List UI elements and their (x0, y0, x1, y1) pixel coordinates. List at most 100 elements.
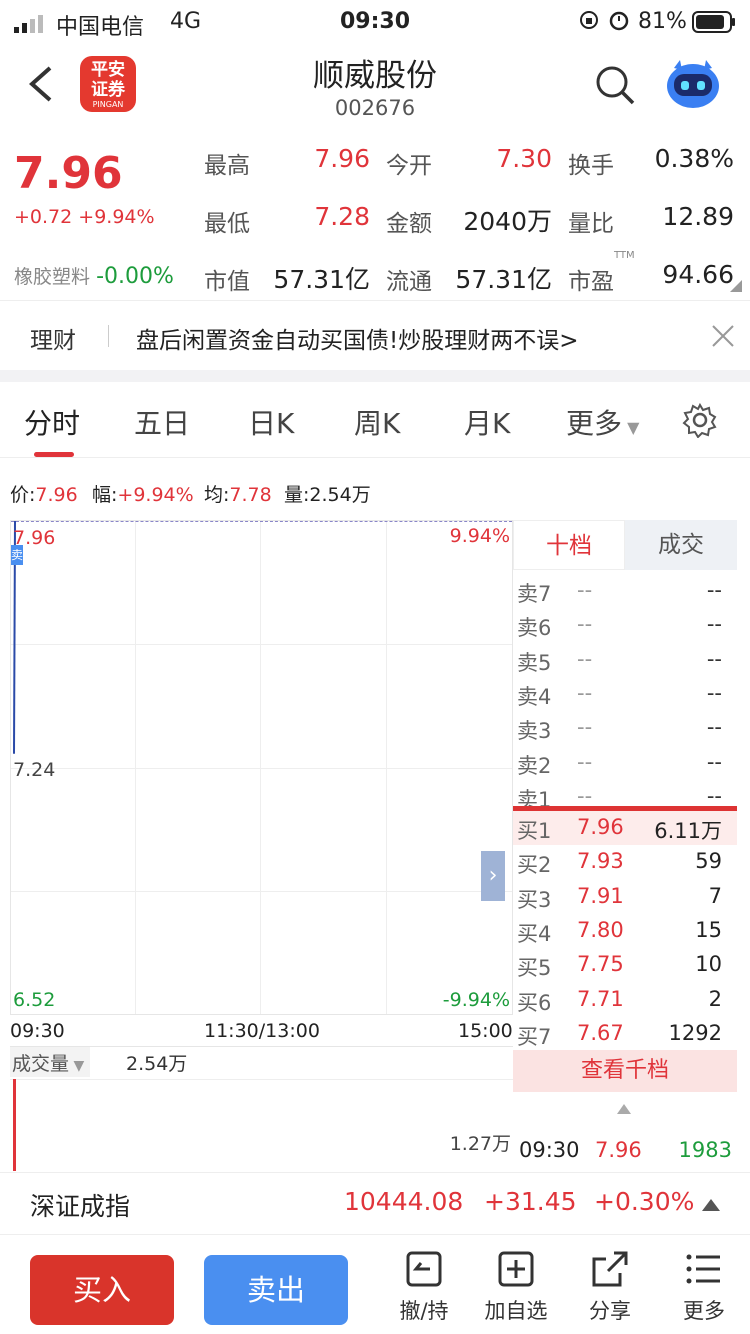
bid-row[interactable]: 买6 7.71 2 (513, 983, 750, 1017)
amount-value: 2040万 (463, 207, 552, 236)
level-price: 7.71 (577, 986, 624, 1011)
tab-weekly-k[interactable]: 周K (354, 402, 400, 442)
plus-square-icon (498, 1251, 534, 1287)
sector-name: 橡胶塑料 (14, 266, 91, 288)
amount-label: 金额 (386, 211, 432, 237)
share-button[interactable]: 分享 (570, 1249, 650, 1325)
active-tab-indicator (34, 452, 74, 457)
bid-row[interactable]: 买3 7.91 7 (513, 880, 750, 914)
bottom-toolbar: 买入 卖出 撤/持 加自选 分享 更多 (0, 1234, 750, 1334)
ask-row[interactable]: 卖6 -- -- (513, 608, 750, 642)
close-icon[interactable] (710, 323, 736, 353)
expand-up-icon[interactable] (702, 1199, 720, 1211)
robot-assistant-icon[interactable] (664, 58, 722, 114)
level-volume: 59 (695, 849, 722, 874)
tab-monthly-k[interactable]: 月K (464, 402, 510, 442)
volume-bar (13, 1079, 16, 1171)
banner-text[interactable]: 盘后闲置资金自动买国债!炒股理财两不误> (136, 321, 579, 355)
tab-daily-k[interactable]: 日K (248, 402, 294, 442)
level-volume: 1292 (668, 1020, 722, 1045)
float-cap-label: 流通 (386, 269, 432, 295)
more-button[interactable]: 更多 (664, 1249, 744, 1325)
bid-row[interactable]: 买1 7.96 6.11万 (513, 811, 750, 845)
index-change: +31.45 (484, 1187, 577, 1216)
level-volume: -- (706, 680, 722, 705)
info-amplitude: 幅:+9.94% (92, 484, 194, 506)
cancel-order-icon (406, 1251, 442, 1287)
volume-axis-label: 1.27万 (449, 1133, 511, 1155)
volume-panel: 成交量 ▼ 2.54万 1.27万 (10, 1046, 513, 1171)
info-price: 价:7.96 (10, 484, 78, 506)
bid-row[interactable]: 买2 7.93 59 (513, 845, 750, 879)
volume-selector[interactable]: 成交量 ▼ (10, 1047, 91, 1077)
banner-divider (108, 325, 109, 347)
level-volume: 2 (708, 986, 722, 1011)
add-watchlist-button[interactable]: 加自选 (476, 1249, 556, 1325)
market-cap-label: 市值 (204, 269, 250, 295)
ask-row[interactable]: 卖2 -- -- (513, 746, 750, 780)
cancel-hold-button[interactable]: 撤/持 (384, 1249, 464, 1325)
volume-ratio-value: 12.89 (662, 202, 734, 231)
volume-ratio-label: 量比 (568, 211, 614, 237)
level-volume: 7 (708, 883, 722, 908)
search-icon[interactable] (594, 64, 636, 110)
level-price: -- (577, 578, 593, 602)
network: 4G (170, 9, 202, 34)
level-volume: -- (706, 612, 722, 637)
buy-button[interactable]: 买入 (30, 1255, 174, 1325)
level-volume: -- (706, 783, 722, 808)
level-label: 卖3 (517, 719, 552, 744)
price-change: +0.72 +9.94% (14, 206, 155, 228)
menu-icon (686, 1254, 720, 1284)
promo-banner[interactable]: 理财 盘后闲置资金自动买国债!炒股理财两不误> (0, 300, 750, 370)
sector-row[interactable]: 橡胶塑料 -0.00% (14, 262, 174, 289)
orientation-lock-icon (578, 9, 600, 37)
pct-axis-bottom-label: -9.94% (442, 989, 510, 1011)
carrier: 中国电信 (56, 15, 145, 40)
dropdown-icon: ▼ (69, 1058, 85, 1074)
bid-row[interactable]: 买4 7.80 15 (513, 914, 750, 948)
tab-five-day[interactable]: 五日 (134, 402, 190, 442)
tab-ten-levels[interactable]: 十档 (513, 520, 625, 570)
sector-change: -0.00% (96, 264, 174, 289)
battery-percent: 81% (638, 9, 687, 34)
level-price: -- (577, 646, 593, 671)
expand-arrow-icon[interactable]: › (481, 851, 505, 901)
stock-name: 顺威股份 (313, 58, 437, 94)
scroll-up-icon[interactable] (617, 1104, 631, 1114)
level-label: 卖2 (517, 753, 552, 778)
price-line-svg (13, 521, 16, 754)
level-price: 7.96 (577, 815, 624, 839)
ask-row[interactable]: 卖7 -- -- (513, 574, 750, 608)
index-ticker[interactable]: 深证成指 10444.08 +31.45 +0.30% (0, 1172, 750, 1234)
level-price: -- (577, 783, 593, 808)
bid-row[interactable]: 买7 7.67 1292 (513, 1017, 750, 1051)
ask-row[interactable]: 卖5 -- -- (513, 643, 750, 677)
ask-row[interactable]: 卖3 -- -- (513, 711, 750, 745)
info-volume: 量:2.54万 (284, 484, 371, 506)
tab-intraday[interactable]: 分时 (24, 402, 80, 442)
expand-corner-icon[interactable] (730, 280, 742, 292)
tab-more[interactable]: 更多 ▼ (566, 402, 639, 442)
x-axis-end: 15:00 (458, 1020, 513, 1042)
tab-trades[interactable]: 成交 (625, 520, 737, 570)
level-label: 买4 (517, 921, 552, 946)
intraday-chart[interactable]: 7.96 卖 7.24 6.52 9.94% -9.94% › (10, 520, 513, 1015)
ask-row[interactable]: 卖4 -- -- (513, 677, 750, 711)
level-label: 买7 (517, 1024, 552, 1049)
bid-row[interactable]: 买5 7.75 10 (513, 948, 750, 982)
level-volume: -- (706, 715, 722, 740)
banner-tag: 理财 (30, 328, 76, 354)
sell-button[interactable]: 卖出 (204, 1255, 348, 1325)
battery-icon (692, 11, 736, 39)
level-volume: 10 (695, 952, 722, 977)
level-volume: 6.11万 (654, 819, 722, 843)
settings-icon[interactable] (682, 402, 718, 442)
volume-value: 2.54万 (126, 1053, 188, 1075)
level-volume: -- (706, 578, 722, 602)
dropdown-icon: ▼ (622, 418, 640, 437)
level-label: 买2 (517, 853, 552, 878)
view-thousand-levels-button[interactable]: 查看千档 (513, 1050, 737, 1092)
level-label: 买1 (517, 819, 552, 843)
level-price: 7.91 (577, 883, 624, 908)
